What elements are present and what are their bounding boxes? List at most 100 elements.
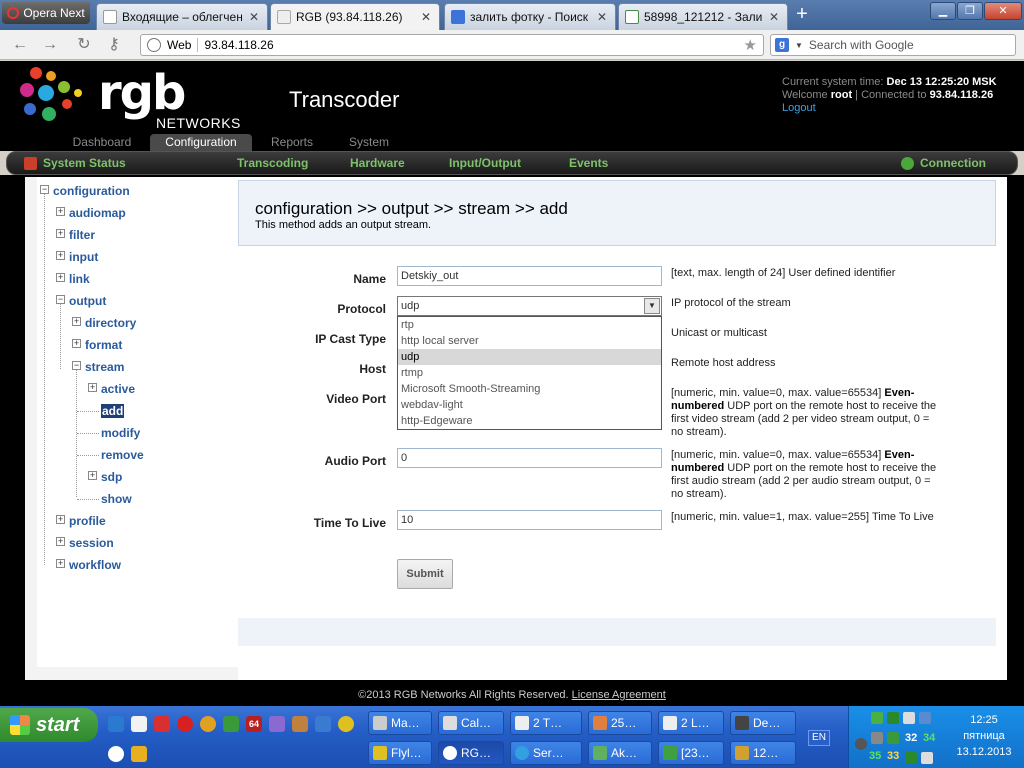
search-field[interactable]: g ▼ Search with Google	[770, 34, 1016, 56]
taskbar-item[interactable]: 2 L…	[658, 711, 724, 735]
tree-format[interactable]: format	[85, 338, 122, 352]
protocol-option[interactable]: http-Edgeware	[398, 413, 661, 429]
app-icon[interactable]	[292, 716, 308, 732]
tray-app-icon[interactable]	[887, 712, 899, 724]
opera-icon[interactable]	[108, 746, 124, 762]
search-placeholder[interactable]: Search with Google	[809, 38, 914, 52]
chrome-icon[interactable]	[200, 716, 216, 732]
clock[interactable]: 12:25 пятница 13.12.2013	[944, 712, 1024, 760]
close-icon[interactable]: ✕	[595, 10, 609, 24]
logout-link[interactable]: Logout	[782, 102, 816, 114]
key-icon[interactable]: ⚷	[104, 36, 124, 54]
language-indicator[interactable]: EN	[808, 730, 830, 746]
ie-icon[interactable]	[108, 716, 124, 732]
ttl-input[interactable]	[397, 510, 662, 530]
expand-icon[interactable]: +	[56, 515, 65, 524]
document-icon[interactable]	[131, 716, 147, 732]
forward-arrow-icon[interactable]: →	[40, 36, 60, 54]
tree-add[interactable]: add	[101, 404, 125, 418]
protocol-option[interactable]: webdav-light	[398, 397, 661, 413]
bookmark-star-icon[interactable]: ★	[744, 36, 757, 54]
start-button[interactable]: start	[0, 708, 98, 742]
protocol-option[interactable]: Microsoft Smooth-Streaming	[398, 381, 661, 397]
tree-directory[interactable]: directory	[85, 316, 136, 330]
protocol-option-selected[interactable]: udp	[398, 349, 661, 365]
expand-icon[interactable]: +	[56, 273, 65, 282]
expand-icon[interactable]: +	[56, 229, 65, 238]
expand-icon[interactable]: +	[72, 339, 81, 348]
chevron-down-icon[interactable]: ▼	[795, 41, 803, 50]
tab-system[interactable]: System	[336, 134, 402, 151]
back-arrow-icon[interactable]: ←	[10, 36, 30, 54]
tree-input[interactable]: input	[69, 250, 98, 264]
nav-connection[interactable]: Connection	[920, 156, 986, 170]
tray-app-icon[interactable]	[905, 752, 917, 764]
app-icon[interactable]	[131, 746, 147, 762]
browser-tab-upload[interactable]: 58998_121212 - Заливк… ✕	[618, 3, 788, 30]
expand-icon[interactable]: +	[56, 251, 65, 260]
tab-configuration[interactable]: Configuration	[150, 134, 252, 151]
tray-app-icon[interactable]	[871, 712, 883, 724]
tree-filter[interactable]: filter	[69, 228, 95, 242]
submit-button[interactable]: Submit	[397, 559, 453, 589]
taskbar-item[interactable]: De…	[730, 711, 796, 735]
collapse-icon[interactable]: −	[72, 361, 81, 370]
nav-input-output[interactable]: Input/Output	[449, 156, 521, 170]
app-icon[interactable]	[154, 716, 170, 732]
taskbar-item[interactable]: Ser…	[510, 741, 582, 765]
expand-icon[interactable]: +	[56, 207, 65, 216]
nav-transcoding[interactable]: Transcoding	[237, 156, 308, 170]
app-icon[interactable]	[223, 716, 239, 732]
expand-icon[interactable]: +	[88, 383, 97, 392]
new-tab-button[interactable]: +	[790, 3, 814, 27]
app-icon[interactable]	[315, 716, 331, 732]
reload-icon[interactable]: ↻	[74, 36, 94, 54]
nav-events[interactable]: Events	[569, 156, 608, 170]
url-field[interactable]: Web 93.84.118.26 ★	[140, 34, 764, 56]
tray-app-icon[interactable]	[871, 732, 883, 744]
tree-output[interactable]: output	[69, 294, 106, 308]
tree-active[interactable]: active	[101, 382, 135, 396]
tab-dashboard[interactable]: Dashboard	[62, 134, 142, 151]
browser-tab-rgb[interactable]: RGB (93.84.118.26) ✕	[270, 3, 440, 30]
protocol-select[interactable]: udp ▼	[397, 296, 662, 316]
browser-tab-mail[interactable]: Входящие – облегченны… ✕	[96, 3, 268, 30]
taskbar-item[interactable]: Ma…	[368, 711, 432, 735]
volume-icon[interactable]	[921, 752, 933, 764]
taskbar-item[interactable]: 2 T…	[510, 711, 582, 735]
minimize-button[interactable]: ▁	[930, 2, 956, 20]
close-icon[interactable]: ✕	[419, 10, 433, 24]
close-icon[interactable]: ✕	[767, 10, 781, 24]
taskbar-item[interactable]: 25…	[588, 711, 652, 735]
app-64-icon[interactable]: 64	[246, 716, 262, 732]
protocol-option[interactable]: http local server	[398, 333, 661, 349]
name-input[interactable]	[397, 266, 662, 286]
expand-icon[interactable]: +	[56, 559, 65, 568]
tree-session[interactable]: session	[69, 536, 114, 550]
tab-reports[interactable]: Reports	[256, 134, 328, 151]
tree-remove[interactable]: remove	[101, 448, 144, 462]
tree-configuration[interactable]: configuration	[53, 184, 130, 198]
license-link[interactable]: License Agreement	[572, 689, 666, 701]
taskbar-item[interactable]: Flyl…	[368, 741, 432, 765]
audio-port-input[interactable]	[397, 448, 662, 468]
tree-workflow[interactable]: workflow	[69, 558, 121, 572]
collapse-icon[interactable]: −	[56, 295, 65, 304]
network-icon[interactable]	[919, 712, 931, 724]
app-icon[interactable]	[338, 716, 354, 732]
chevron-down-icon[interactable]: ▼	[644, 298, 660, 314]
collapse-icon[interactable]: −	[40, 185, 49, 194]
url-text[interactable]: 93.84.118.26	[204, 38, 273, 52]
tree-profile[interactable]: profile	[69, 514, 106, 528]
taskbar-item[interactable]: [23…	[658, 741, 724, 765]
expand-icon[interactable]: +	[88, 471, 97, 480]
chevron-left-icon[interactable]	[855, 738, 867, 750]
taskbar-item-active[interactable]: RG…	[438, 741, 504, 765]
taskbar-item[interactable]: Cal…	[438, 711, 504, 735]
tray-app-icon[interactable]	[887, 732, 899, 744]
taskbar-item[interactable]: 12…	[730, 741, 796, 765]
tree-link[interactable]: link	[69, 272, 90, 286]
browser-tab-search[interactable]: залить фотку - Поиск в … ✕	[444, 3, 616, 30]
tree-modify[interactable]: modify	[101, 426, 140, 440]
close-icon[interactable]: ✕	[247, 10, 261, 24]
